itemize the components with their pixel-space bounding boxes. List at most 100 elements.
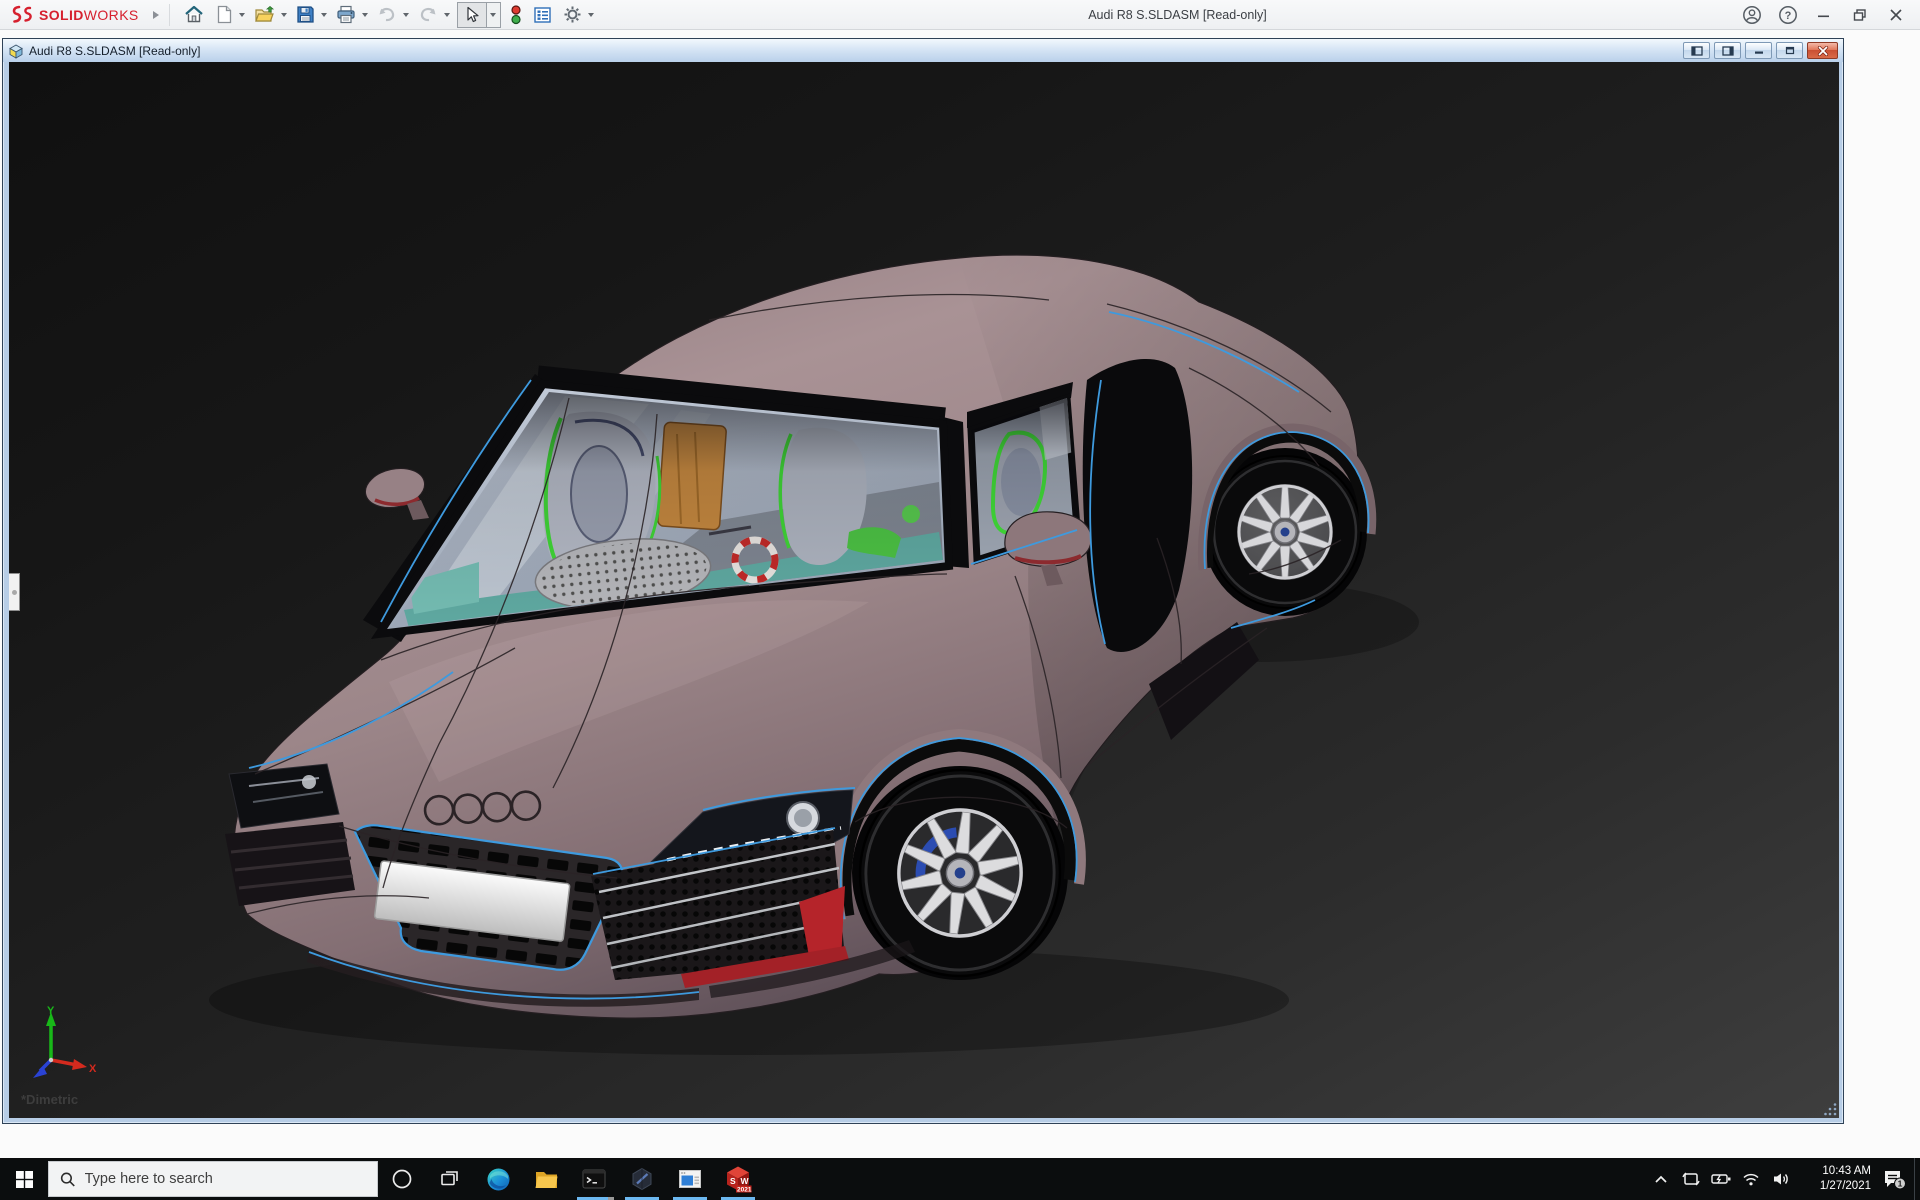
show-desktop-button[interactable] [1914, 1158, 1920, 1200]
graphics-viewport[interactable]: Y X *Dimetric [9, 62, 1839, 1118]
redo-dropdown[interactable] [444, 13, 450, 17]
task-view-button[interactable] [426, 1158, 474, 1200]
3d-model-audi-r8[interactable] [9, 62, 1839, 1118]
start-button[interactable] [0, 1158, 48, 1200]
resize-grip[interactable] [1824, 1103, 1838, 1117]
toolbar-separator [169, 4, 170, 26]
taskbar-clock[interactable]: 10:43 AM 1/27/2021 [1796, 1164, 1874, 1194]
search-icon [60, 1171, 76, 1188]
file-properties-icon [533, 6, 552, 24]
help-icon: ? [1778, 5, 1798, 25]
help-button[interactable]: ? [1770, 0, 1806, 30]
quick-access-toolbar [182, 0, 601, 30]
tray-chevron-button[interactable] [1646, 1158, 1676, 1200]
taskbar-app-hexagon[interactable] [618, 1158, 666, 1200]
taskbar-app-edge[interactable] [474, 1158, 522, 1200]
connect-display-icon [1681, 1170, 1701, 1188]
print-dropdown[interactable] [362, 13, 368, 17]
toolbar-expand-arrow[interactable] [153, 11, 159, 19]
pane-left-icon [1691, 46, 1703, 56]
file-properties-button[interactable] [531, 2, 554, 28]
hexagon-app-icon [629, 1166, 655, 1192]
assembly-document-icon [8, 43, 24, 59]
wifi-icon [1742, 1172, 1760, 1186]
solidworks-2021-icon: S W 2021 [724, 1165, 752, 1193]
cortana-button[interactable] [378, 1158, 426, 1200]
app-window-controls: ? [1734, 0, 1914, 30]
feature-tree-collapse-tab[interactable] [9, 573, 20, 611]
system-tray: 10:43 AM 1/27/2021 1 [1646, 1158, 1920, 1200]
open-folder-icon [254, 6, 275, 24]
select-tool-button[interactable] [457, 2, 487, 28]
undo-dropdown[interactable] [403, 13, 409, 17]
cortana-icon [391, 1168, 413, 1190]
open-dropdown[interactable] [281, 13, 287, 17]
account-button[interactable] [1734, 0, 1770, 30]
document-titlebar[interactable]: Audi R8 S.SLDASM [Read-only] [3, 39, 1843, 62]
command-prompt-icon [581, 1167, 607, 1191]
doc-pane-left-button[interactable] [1683, 42, 1710, 59]
clock-date: 1/27/2021 [1796, 1179, 1871, 1194]
save-button[interactable] [294, 2, 317, 28]
close-icon [1889, 8, 1903, 22]
battery-charging-icon [1711, 1172, 1732, 1186]
undo-button[interactable] [375, 2, 399, 28]
home-button[interactable] [182, 2, 206, 28]
save-icon [296, 5, 315, 24]
select-tool-split [457, 2, 501, 28]
edge-icon [485, 1166, 512, 1193]
taskbar-app-command-prompt[interactable] [570, 1158, 618, 1200]
app-titlebar: SOLIDWORKS [0, 0, 1920, 30]
solidworks-logo: SOLIDWORKS [10, 4, 139, 26]
taskbar-app-file-explorer[interactable] [522, 1158, 570, 1200]
doc-restore-button[interactable] [1776, 42, 1803, 59]
svg-text:S: S [730, 1176, 736, 1186]
window-app-icon [677, 1167, 703, 1191]
orientation-triad: Y X [27, 1004, 101, 1088]
doc-close-button[interactable] [1807, 42, 1838, 59]
document-title: Audi R8 S.SLDASM [Read-only] [29, 44, 200, 58]
task-view-icon [439, 1169, 461, 1189]
save-dropdown[interactable] [321, 13, 327, 17]
print-icon [336, 5, 356, 24]
taskbar-search-box[interactable] [48, 1161, 378, 1197]
tray-wifi-button[interactable] [1736, 1158, 1766, 1200]
options-button[interactable] [561, 2, 584, 28]
taskbar-app-solidworks[interactable]: S W 2021 [714, 1158, 762, 1200]
rebuild-traffic-light-icon [510, 5, 522, 25]
triad-y-label: Y [47, 1005, 55, 1017]
windows-start-icon [16, 1171, 33, 1188]
account-icon [1742, 5, 1762, 25]
document-window-controls [1683, 42, 1838, 59]
panel-tab-grip [12, 590, 17, 595]
solidworks-logo-mark [10, 4, 34, 26]
minimize-icon [1817, 8, 1831, 22]
home-icon [184, 5, 204, 24]
search-input[interactable] [85, 1171, 366, 1187]
clock-time: 10:43 AM [1796, 1164, 1871, 1179]
doc-pane-right-button[interactable] [1714, 42, 1741, 59]
view-orientation-label: *Dimetric [21, 1092, 78, 1107]
tray-volume-button[interactable] [1766, 1158, 1796, 1200]
options-dropdown[interactable] [588, 13, 594, 17]
close-button[interactable] [1878, 0, 1914, 30]
rebuild-button[interactable] [508, 2, 524, 28]
notification-center-button[interactable]: 1 [1874, 1158, 1914, 1200]
open-button[interactable] [252, 2, 277, 28]
select-tool-dropdown[interactable] [487, 2, 501, 28]
new-document-dropdown[interactable] [239, 13, 245, 17]
volume-icon [1772, 1171, 1791, 1187]
restore-button[interactable] [1842, 0, 1878, 30]
undo-icon [377, 6, 397, 23]
brand-works: WORKS [84, 7, 139, 23]
new-document-button[interactable] [213, 2, 235, 28]
doc-minimize-button[interactable] [1745, 42, 1772, 59]
tray-connect-display-button[interactable] [1676, 1158, 1706, 1200]
brand-solid: SOLID [39, 7, 84, 23]
minimize-button[interactable] [1806, 0, 1842, 30]
redo-button[interactable] [416, 2, 440, 28]
print-button[interactable] [334, 2, 358, 28]
tray-battery-button[interactable] [1706, 1158, 1736, 1200]
pane-right-icon [1722, 46, 1734, 56]
taskbar-app-window[interactable] [666, 1158, 714, 1200]
